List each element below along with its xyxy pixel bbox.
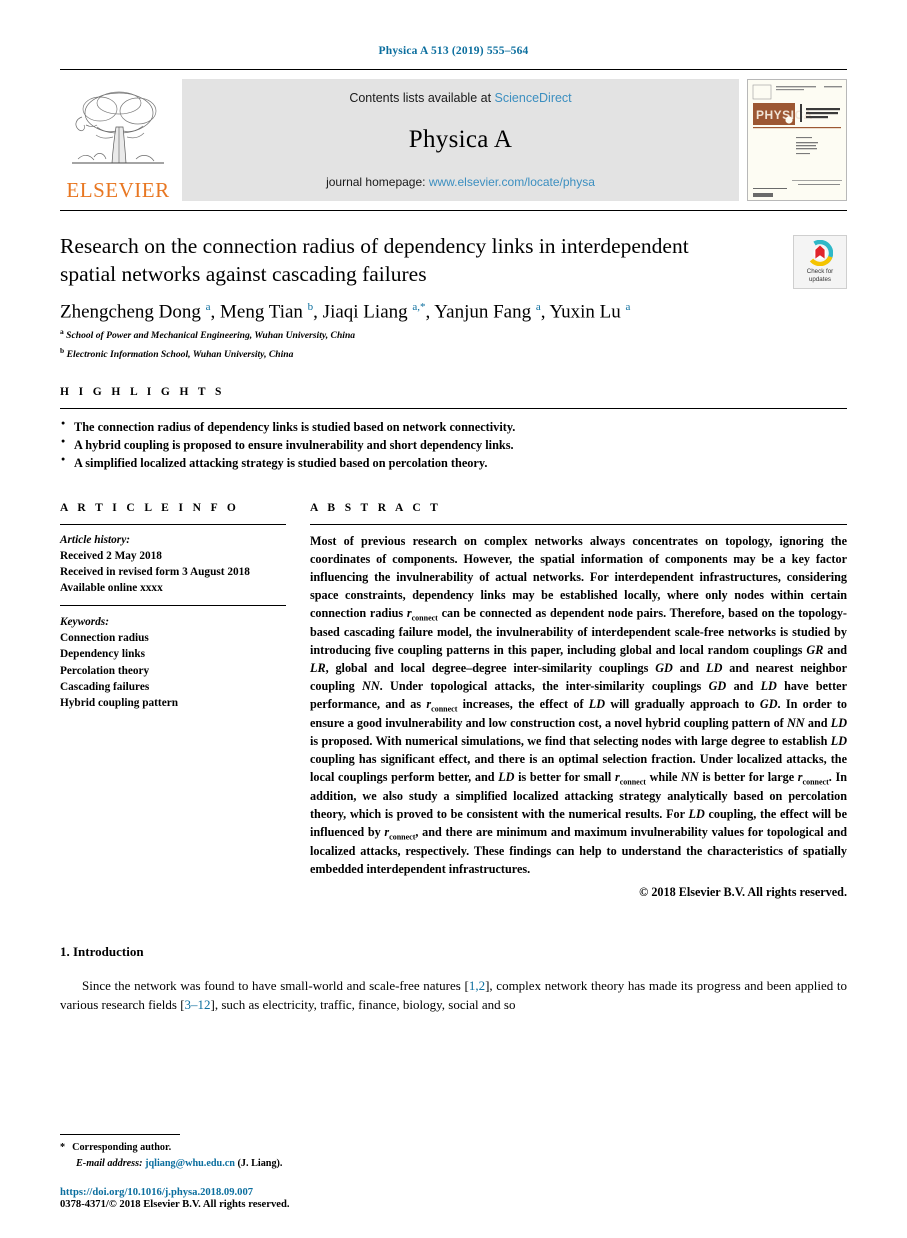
journal-homepage-link[interactable]: www.elsevier.com/locate/physa (429, 175, 595, 189)
crossmark-label-line1: Check for (806, 268, 834, 276)
journal-band: Contents lists available at ScienceDirec… (182, 79, 739, 201)
email-suffix: (J. Liang). (237, 1157, 283, 1169)
journal-homepage-line: journal homepage: www.elsevier.com/locat… (326, 175, 595, 189)
affiliation-a: a School of Power and Mechanical Enginee… (60, 327, 847, 341)
crossmark-label: Check for updates (807, 268, 833, 284)
footnote-rule (60, 1134, 180, 1136)
abstract-heading: A B S T R A C T (310, 502, 442, 515)
email-label: E-mail address: (76, 1157, 143, 1169)
title-block: Research on the connection radius of dep… (60, 233, 847, 360)
journal-masthead: ELSEVIER Contents lists available at Sci… (60, 79, 847, 201)
page-title: Research on the connection radius of dep… (60, 234, 689, 286)
keyword-item: Hybrid coupling pattern (60, 696, 179, 709)
issn-copyright-line: 0378-4371/© 2018 Elsevier B.V. All right… (60, 1199, 290, 1210)
crossmark-label-line2: updates (808, 276, 831, 283)
elsevier-logo: ELSEVIER (60, 79, 176, 201)
keyword-item: Percolation theory (60, 664, 150, 677)
info-abstract-row: A R T I C L E I N F O Article history: R… (60, 502, 847, 900)
corresponding-author-line: * Corresponding author. (60, 1140, 847, 1155)
keyword-item: Connection radius (60, 632, 149, 645)
list-item: The connection radius of dependency link… (60, 418, 847, 436)
keyword-item: Dependency links (60, 648, 146, 661)
article-history-label: Article history: (60, 534, 130, 547)
keywords-label: Keywords: (60, 616, 109, 629)
running-head: Physica A 513 (2019) 555–564 (378, 45, 529, 57)
article-history-block: Article history: Received 2 May 2018 Rec… (60, 525, 286, 596)
article-history-received: Received 2 May 2018 (60, 550, 162, 563)
article-info-column: A R T I C L E I N F O Article history: R… (60, 502, 310, 900)
list-item: A hybrid coupling is proposed to ensure … (60, 436, 847, 454)
affiliation-b-text: Electronic Information School, Wuhan Uni… (66, 348, 294, 360)
abstract-copyright: © 2018 Elsevier B.V. All rights reserved… (639, 885, 847, 900)
introduction-section: 1. Introduction Since the network was fo… (60, 944, 847, 1015)
affiliation-a-marker: a (60, 327, 64, 337)
elsevier-wordmark: ELSEVIER (66, 178, 170, 202)
abstract-column: A B S T R A C T Most of previous researc… (310, 502, 847, 900)
corresponding-author-text: Corresponding author. (72, 1142, 172, 1154)
abstract-text: Most of previous research on complex net… (310, 534, 848, 877)
highlights-list: The connection radius of dependency link… (60, 409, 847, 473)
list-item: A simplified localized attacking strateg… (60, 454, 847, 472)
sciencedirect-link[interactable]: ScienceDirect (495, 91, 572, 105)
masthead-top-rule (60, 69, 847, 70)
keyword-item: Cascading failures (60, 680, 150, 693)
article-info-heading: A R T I C L E I N F O (60, 502, 240, 515)
corresponding-author-marker: * (60, 1142, 66, 1154)
email-line: E-mail address: jqliang@whu.edu.cn (J. L… (60, 1156, 847, 1171)
journal-cover-thumbnail: PHYSICA (747, 79, 847, 201)
article-history-revised: Received in revised form 3 August 2018 (60, 566, 250, 579)
crossmark-badge[interactable]: Check for updates (793, 235, 847, 289)
introduction-paragraph: Since the network was found to have smal… (60, 978, 847, 1013)
highlights-heading: H I G H L I G H T S (60, 385, 225, 398)
crossmark-icon (806, 240, 834, 267)
masthead-bottom-rule (60, 210, 847, 211)
email-link[interactable]: jqliang@whu.edu.cn (145, 1158, 235, 1169)
article-history-online: Available online xxxx (60, 582, 163, 595)
affiliation-b-marker: b (60, 345, 65, 355)
homepage-prefix: journal homepage: (326, 175, 426, 189)
page-footer: * Corresponding author. E-mail address: j… (60, 1134, 847, 1210)
highlights-section: H I G H L I G H T S The connection radiu… (60, 386, 847, 473)
contents-available-line: Contents lists available at ScienceDirec… (349, 91, 571, 105)
svg-text:PHYSICA: PHYSICA (756, 108, 813, 122)
author-list: Zhengcheng Dong a, Meng Tian b, Jiaqi Li… (60, 301, 631, 323)
elsevier-tree-icon (64, 87, 172, 179)
affiliation-b: b Electronic Information School, Wuhan U… (60, 346, 847, 360)
keywords-block: Keywords: Connection radius Dependency l… (60, 606, 286, 710)
affiliation-a-text: School of Power and Mechanical Engineeri… (66, 330, 356, 342)
journal-title: Physica A (408, 126, 513, 153)
doi-link[interactable]: https://doi.org/10.1016/j.physa.2018.09.… (60, 1187, 847, 1198)
paper-page: Physica A 513 (2019) 555–564 ELSEVIER Co… (0, 0, 907, 1238)
contents-prefix: Contents lists available at (349, 91, 492, 105)
introduction-heading: 1. Introduction (60, 944, 144, 960)
